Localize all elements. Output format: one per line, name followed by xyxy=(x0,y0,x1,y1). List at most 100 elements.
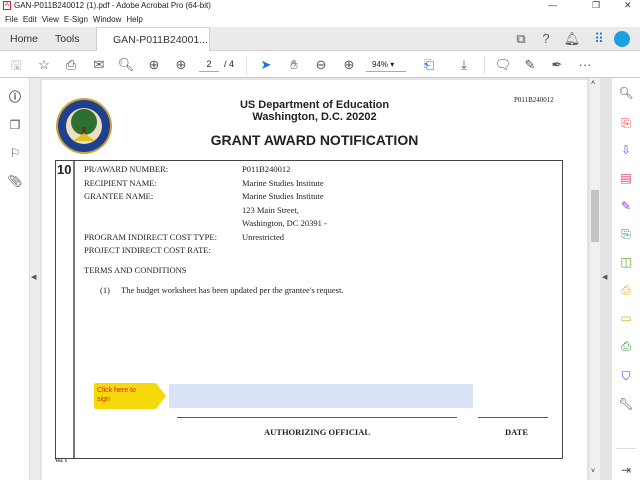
combine-files-icon[interactable]: ◫ xyxy=(618,254,634,270)
fit-page-icon[interactable]: ⎗ xyxy=(420,56,438,74)
menu-edit[interactable]: Edit xyxy=(23,15,37,24)
page-total: / 4 xyxy=(224,59,234,69)
click-to-sign-tag[interactable]: Click here to sign xyxy=(94,383,166,409)
tab-tools[interactable]: Tools xyxy=(55,27,80,51)
sign-tag-label: Click here to sign xyxy=(97,386,137,404)
zoom-search-icon[interactable]: 🔍︎ xyxy=(618,85,634,101)
page-number-input[interactable]: 2 xyxy=(199,57,219,72)
comment-icon[interactable]: 🗨︎ xyxy=(494,56,512,74)
signature-line xyxy=(177,417,457,418)
award-box: 10 PR/AWARD NUMBER: P011B240012 RECIPIEN… xyxy=(55,160,563,459)
collapse-right-icon[interactable]: ◀ xyxy=(602,273,607,281)
search-icon[interactable]: 🔍︎ xyxy=(117,56,135,74)
terms-heading: TERMS AND CONDITIONS xyxy=(84,265,186,275)
edit-pdf-icon[interactable]: ⎘ xyxy=(618,226,634,242)
zoom-value: 94% xyxy=(372,60,388,69)
left-panel-toggle[interactable]: ◀ xyxy=(30,78,40,480)
info-icon[interactable]: ⓘ xyxy=(6,88,24,106)
avatar[interactable] xyxy=(614,31,630,47)
zoom-in-icon[interactable]: ⊕ xyxy=(340,56,358,74)
collapse-pane-icon[interactable]: ⇥ xyxy=(618,462,634,478)
minimize-button[interactable]: — xyxy=(548,0,557,10)
divider xyxy=(246,56,247,74)
comment-tool-icon[interactable]: ▭ xyxy=(618,310,634,326)
restore-button[interactable]: ❐ xyxy=(592,0,600,11)
pdf-icon: A xyxy=(3,1,11,10)
tab-document[interactable]: GAN-P011B24001... × xyxy=(96,27,210,52)
fill-sign-icon[interactable]: ✎ xyxy=(618,198,634,214)
field-label: RECIPIENT NAME: xyxy=(84,178,157,188)
menu-view[interactable]: View xyxy=(42,15,59,24)
menu-bar: File Edit View E-Sign Window Help xyxy=(0,12,640,27)
tab-bar: Home Tools GAN-P011B24001... × ⧉ ? 🔔︎ ⠿ xyxy=(0,27,640,51)
attachments-icon[interactable]: 📎︎ xyxy=(6,172,24,190)
print-production-icon[interactable]: ⎙ xyxy=(618,338,634,354)
field-value: P011B240012 xyxy=(242,164,290,174)
next-page-icon[interactable]: ⊕ xyxy=(172,56,190,74)
document-title: GRANT AWARD NOTIFICATION xyxy=(182,132,447,148)
scroll-up-icon[interactable]: ˄ xyxy=(591,80,595,87)
field-label: PROGRAM INDIRECT COST TYPE: xyxy=(84,232,217,242)
authorizing-official-label: AUTHORIZING OFFICIAL xyxy=(264,427,370,437)
protect-icon[interactable]: ⛉ xyxy=(618,368,634,384)
print-icon[interactable]: ⎙ xyxy=(62,56,80,74)
field-label: PR/AWARD NUMBER: xyxy=(84,164,168,174)
scroll-mode-icon[interactable]: ⤓ xyxy=(455,56,473,74)
close-window-button[interactable]: ✕ xyxy=(624,0,632,11)
right-panel-toggle[interactable]: ◀ xyxy=(600,78,612,480)
divider xyxy=(616,448,636,449)
divider xyxy=(73,161,75,458)
share-icon[interactable]: ⧉ xyxy=(512,30,530,48)
email-icon[interactable]: ✉ xyxy=(90,56,108,74)
menu-window[interactable]: Window xyxy=(93,15,121,24)
zoom-out-icon[interactable]: ⊖ xyxy=(312,56,330,74)
field-value: Marine Studies Institute xyxy=(242,191,324,201)
field-value: Washington, DC 20391 - xyxy=(242,218,327,228)
save-icon[interactable]: 🖫 xyxy=(7,56,25,74)
previous-page-icon[interactable]: ⊕ xyxy=(145,56,163,74)
header-line-1: US Department of Education xyxy=(212,99,417,111)
vertical-scrollbar[interactable]: ˄ ˅ xyxy=(590,78,600,480)
more-icon[interactable]: ··· xyxy=(576,56,594,74)
menu-esign[interactable]: E-Sign xyxy=(64,15,88,24)
hand-tool-icon[interactable]: ✋︎ xyxy=(285,56,303,74)
notifications-icon[interactable]: 🔔︎ xyxy=(563,30,581,48)
scan-icon[interactable]: ⎙ xyxy=(618,282,634,298)
field-label: GRANTEE NAME: xyxy=(84,191,153,201)
help-icon[interactable]: ? xyxy=(537,30,555,48)
field-value: Unrestricted xyxy=(242,232,284,242)
select-tool-icon[interactable]: ➤ xyxy=(257,56,275,74)
tab-home[interactable]: Home xyxy=(10,27,38,51)
left-nav-panel: ⓘ ❐ ⚐ 📎︎ xyxy=(0,78,30,480)
organize-pages-icon[interactable]: ▤ xyxy=(618,170,634,186)
section-number: 10 xyxy=(57,162,71,177)
field-value: 123 Main Street, xyxy=(242,205,299,215)
version-label: Ver. 1 xyxy=(55,459,67,464)
scroll-down-icon[interactable]: ˅ xyxy=(591,468,595,475)
apps-grid-icon[interactable]: ⠿ xyxy=(590,30,608,48)
zoom-select[interactable]: 94% ▾ xyxy=(366,57,406,72)
date-line xyxy=(478,417,548,418)
expand-left-icon[interactable]: ◀ xyxy=(31,273,36,281)
menu-file[interactable]: File xyxy=(5,15,18,24)
department-seal-logo xyxy=(55,97,113,155)
create-pdf-icon[interactable]: ⎘ xyxy=(618,115,634,131)
toolbar: 🖫 ☆ ⎙ ✉ 🔍︎ ⊕ ⊕ 2 / 4 ➤ ✋︎ ⊖ ⊕ 94% ▾ ⎗ ⤓ … xyxy=(0,51,640,78)
field-label: PROJECT INDIRECT COST RATE: xyxy=(84,245,211,255)
more-tools-icon[interactable]: 🔧︎ xyxy=(618,396,634,412)
tab-document-label: GAN-P011B24001... xyxy=(113,34,208,46)
sign-icon[interactable]: ✒ xyxy=(548,56,566,74)
highlight-pen-icon[interactable]: ✎ xyxy=(521,56,539,74)
scrollbar-thumb[interactable] xyxy=(591,190,599,242)
page-thumbnails-icon[interactable]: ❐ xyxy=(6,116,24,134)
document-id: P011B240012 xyxy=(514,96,554,104)
tools-pane: 🔍︎ ⎘ ⇩ ▤ ✎ ⎘ ◫ ⎙ ▭ ⎙ ⛉ 🔧︎ ⇥ xyxy=(612,78,640,480)
export-pdf-icon[interactable]: ⇩ xyxy=(618,142,634,158)
title-bar: A GAN-P011B240012 (1).pdf - Adobe Acroba… xyxy=(0,0,640,12)
window-title: GAN-P011B240012 (1).pdf - Adobe Acrobat … xyxy=(14,1,211,10)
bookmarks-icon[interactable]: ⚐ xyxy=(6,144,24,162)
signature-field[interactable] xyxy=(169,384,473,408)
document-view: US Department of Education Washington, D… xyxy=(40,78,590,480)
menu-help[interactable]: Help xyxy=(126,15,142,24)
bookmark-star-icon[interactable]: ☆ xyxy=(35,56,53,74)
